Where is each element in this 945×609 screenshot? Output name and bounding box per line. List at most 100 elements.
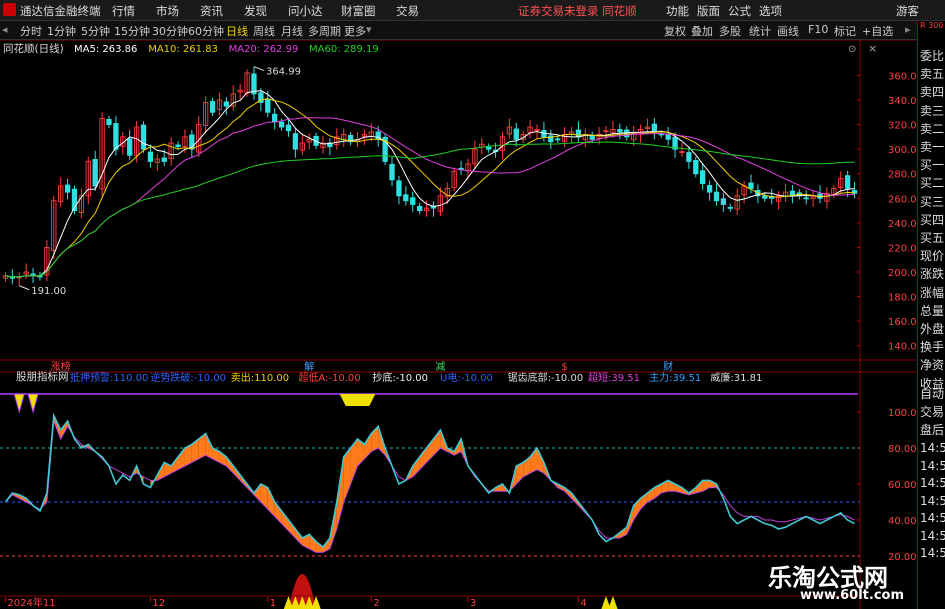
x-tick-label: 2: [373, 598, 379, 609]
tool-button[interactable]: 叠加: [691, 23, 713, 39]
login-notice[interactable]: 证券交易未登录 同花顺: [518, 3, 637, 19]
candle-body: [292, 133, 299, 150]
user-label[interactable]: 游客: [896, 3, 919, 19]
panel-label: 买三: [920, 194, 945, 209]
chart-title: 同花顺(日线): [3, 42, 64, 55]
period-toolbar: ◂ 分时 1分钟 5分钟 15分钟 30分钟 60分钟 日线 周线 月线 多周期…: [0, 21, 945, 40]
candle-body: [555, 138, 561, 141]
period-tab-active[interactable]: 日线: [226, 23, 248, 39]
menu-item[interactable]: 交易: [396, 3, 419, 19]
x-tick-label: 12: [152, 598, 165, 609]
app-window: 通达信金融终端 行情 市场 资讯 发现 问小达 财富圈 交易 证券交易未登录 同…: [0, 0, 945, 609]
menu-item[interactable]: 财富圈: [341, 3, 376, 19]
candle-body: [762, 195, 768, 199]
period-tab[interactable]: 分时: [20, 23, 42, 39]
menu-item[interactable]: 问小达: [288, 3, 323, 19]
ma-line-ma20: [5, 117, 855, 278]
candle-body: [106, 118, 112, 126]
ind-fills: [12, 415, 724, 553]
tool-button[interactable]: 多股: [719, 23, 741, 39]
y-tick-label: 320.00: [888, 121, 917, 132]
menu-item[interactable]: 市场: [156, 3, 179, 19]
period-tab[interactable]: 30分钟: [152, 23, 188, 39]
x-tick-label: 1: [270, 598, 276, 609]
candle-body: [64, 184, 71, 193]
y-tick-label: 220.00: [888, 243, 917, 254]
candle-body: [265, 99, 271, 113]
candle-body: [513, 128, 519, 140]
candle-body: [140, 124, 147, 150]
ind-fill-segment: [288, 520, 296, 538]
indicator-legend-item: 锯齿底部:-10.00: [508, 371, 584, 384]
menu-item[interactable]: 版面: [697, 3, 720, 19]
tool-button[interactable]: 标记: [834, 23, 856, 39]
panel-time: 14:56: [920, 528, 945, 543]
candle-body: [161, 157, 167, 162]
tool-button[interactable]: 复权: [664, 23, 686, 39]
candle-body: [285, 124, 292, 132]
tool-button[interactable]: F10: [808, 23, 828, 36]
app-title: 通达信金融终端: [20, 4, 101, 18]
period-tab[interactable]: 60分钟: [188, 23, 224, 39]
candle-body: [396, 180, 402, 197]
candle-body: [410, 197, 416, 205]
chart-area[interactable]: 同花顺(日线) MA5: 263.86 MA10: 261.83 MA20: 262.…: [0, 39, 923, 609]
quote-side-panel: R 300 委比 卖五 卖四 卖三 卖二 卖一 买一 买二 买三 买四 买五 现价 涨跌 涨幅 总量 外盘 换手…: [917, 21, 945, 609]
candle-body: [665, 133, 671, 140]
panel-label: 卖三: [920, 103, 945, 118]
ma-legend-item: MA20: 262.99: [229, 44, 299, 55]
y-tick-label: 160.00: [888, 317, 917, 328]
period-tab[interactable]: 1分钟: [47, 23, 76, 39]
tool-button[interactable]: 画线: [777, 23, 799, 39]
menu-item[interactable]: 发现: [244, 3, 267, 19]
panel-label: 自动: [920, 387, 945, 401]
menu-item[interactable]: 选项: [759, 3, 782, 19]
candle-body: [589, 134, 595, 140]
tool-button[interactable]: 统计: [749, 23, 771, 39]
candle-body: [223, 101, 230, 107]
candle-body: [651, 123, 658, 133]
chevron-left-icon[interactable]: ◂: [2, 23, 8, 36]
top-signal-marker: [27, 393, 39, 414]
period-tab[interactable]: 15分钟: [114, 23, 150, 39]
tool-button[interactable]: +自选: [862, 23, 893, 39]
menu-item[interactable]: 行情: [112, 3, 135, 19]
event-label: $: [561, 362, 567, 373]
candle-body: [127, 138, 133, 156]
panel-label: 卖五: [920, 67, 945, 82]
panel-label: 换手: [920, 340, 945, 355]
candles: [2, 66, 858, 286]
candle-body: [727, 206, 733, 209]
ind-y-tick-label: 100.00: [888, 408, 917, 419]
event-label: 财: [663, 360, 673, 373]
panel-time: 14:56: [920, 511, 945, 525]
chevron-down-icon[interactable]: ▾: [366, 23, 372, 36]
panel-label: 涨跌: [920, 267, 945, 282]
bottom-signal-marker: [608, 596, 618, 609]
indicator-legend-item: 逆势跌破:-10.00: [150, 371, 226, 384]
top-menu-bar: 通达信金融终端 行情 市场 资讯 发现 问小达 财富圈 交易 证券交易未登录 同…: [0, 0, 945, 21]
candle-body: [844, 175, 851, 189]
candle-body: [175, 144, 181, 148]
chevron-right-icon[interactable]: ▸: [905, 23, 911, 36]
period-tab[interactable]: 月线: [281, 23, 303, 39]
close-icon: ×: [868, 42, 877, 55]
menu-item[interactable]: 功能: [666, 3, 689, 19]
y-tick-label: 240.00: [888, 219, 917, 230]
menu-item[interactable]: 资讯: [200, 3, 223, 19]
ind-y-tick-label: 80.00: [888, 444, 917, 455]
panel-label: 卖四: [920, 85, 945, 100]
candle-body: [403, 194, 409, 202]
indicator-legend-item: 抄底:-10.00: [372, 371, 428, 384]
period-tab[interactable]: 5分钟: [81, 23, 110, 39]
ind-line-fast: [4, 412, 855, 549]
period-tab[interactable]: 更多: [344, 23, 366, 39]
period-tab[interactable]: 多周期: [308, 23, 341, 39]
kline-chart[interactable]: 同花顺(日线) MA5: 263.86 MA10: 261.83 MA20: 262.…: [0, 39, 923, 609]
panel-label: 买五: [920, 231, 945, 245]
menu-item[interactable]: 公式: [728, 3, 751, 19]
panel-label: 卖二: [920, 121, 945, 136]
panel-time: 14:56: [920, 493, 945, 508]
period-tab[interactable]: 周线: [253, 23, 275, 39]
panel-label: 委比: [920, 49, 945, 63]
